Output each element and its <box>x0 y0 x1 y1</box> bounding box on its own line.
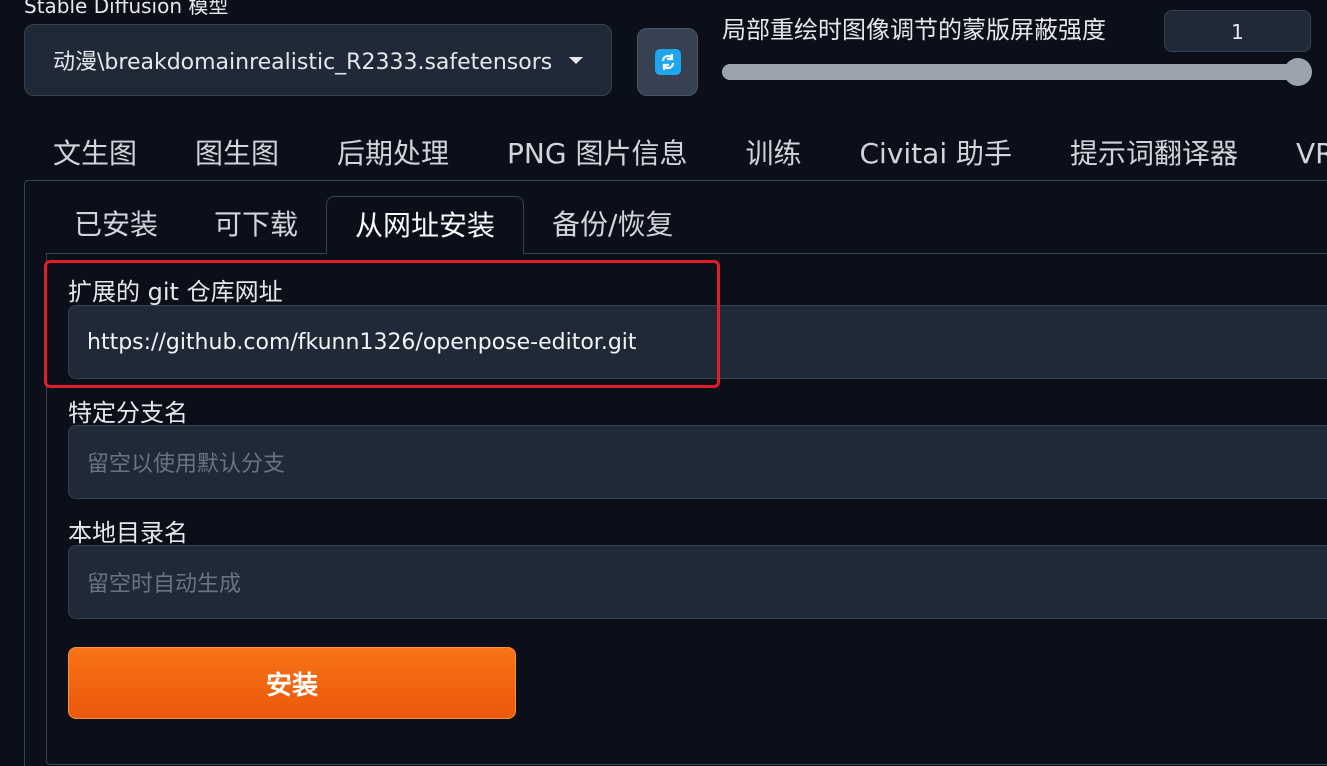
tab-txt2img[interactable]: 文生图 <box>24 128 166 180</box>
model-dropdown-value: 动漫\breakdomainrealistic_R2333.safetensor… <box>53 50 555 75</box>
mask-strength-value-input[interactable]: 1 <box>1164 10 1311 52</box>
tab-train[interactable]: 训练 <box>716 128 830 180</box>
git-url-input[interactable]: https://github.com/fkunn1326/openpose-ed… <box>68 305 1327 379</box>
tab-extras[interactable]: 后期处理 <box>308 128 478 180</box>
branch-input[interactable]: 留空以使用默认分支 <box>68 425 1327 499</box>
local-dir-input[interactable]: 留空时自动生成 <box>68 545 1327 619</box>
refresh-button[interactable] <box>637 28 698 96</box>
tab-vram[interactable]: VRAM <box>1267 128 1327 180</box>
extensions-page: Stable Diffusion 模型 动漫\breakdomainrealis… <box>0 0 1327 766</box>
extension-sub-tabs: 已安装 可下载 从网址安装 备份/恢复 <box>46 196 701 254</box>
mask-strength-label: 局部重绘时图像调节的蒙版屏蔽强度 <box>722 16 1106 44</box>
mask-strength-slider-fill <box>722 64 1300 80</box>
mask-strength-slider-thumb[interactable] <box>1284 58 1312 86</box>
mask-strength-slider-track[interactable] <box>722 64 1300 80</box>
tab-installed[interactable]: 已安装 <box>46 196 186 254</box>
git-url-label: 扩展的 git 仓库网址 <box>68 278 283 306</box>
refresh-icon <box>654 49 681 75</box>
tab-civitai-helper[interactable]: Civitai 助手 <box>831 128 1042 180</box>
model-label: Stable Diffusion 模型 <box>24 0 229 18</box>
install-button[interactable]: 安装 <box>68 647 516 719</box>
model-dropdown[interactable]: 动漫\breakdomainrealistic_R2333.safetensor… <box>24 24 612 96</box>
tab-backup-restore[interactable]: 备份/恢复 <box>524 196 701 254</box>
tab-prompt-translator[interactable]: 提示词翻译器 <box>1041 128 1267 180</box>
tab-png-info[interactable]: PNG 图片信息 <box>478 128 716 180</box>
branch-label: 特定分支名 <box>68 399 188 427</box>
tab-install-from-url[interactable]: 从网址安装 <box>326 196 525 254</box>
git-url-value: https://github.com/fkunn1326/openpose-ed… <box>87 329 637 355</box>
tab-img2img[interactable]: 图生图 <box>166 128 308 180</box>
chevron-down-icon <box>569 56 583 64</box>
branch-placeholder: 留空以使用默认分支 <box>87 452 286 477</box>
tab-available[interactable]: 可下载 <box>186 196 326 254</box>
local-dir-label: 本地目录名 <box>68 519 188 547</box>
local-dir-placeholder: 留空时自动生成 <box>87 572 242 597</box>
main-tabs: 文生图 图生图 后期处理 PNG 图片信息 训练 Civitai 助手 提示词翻… <box>24 128 1327 180</box>
